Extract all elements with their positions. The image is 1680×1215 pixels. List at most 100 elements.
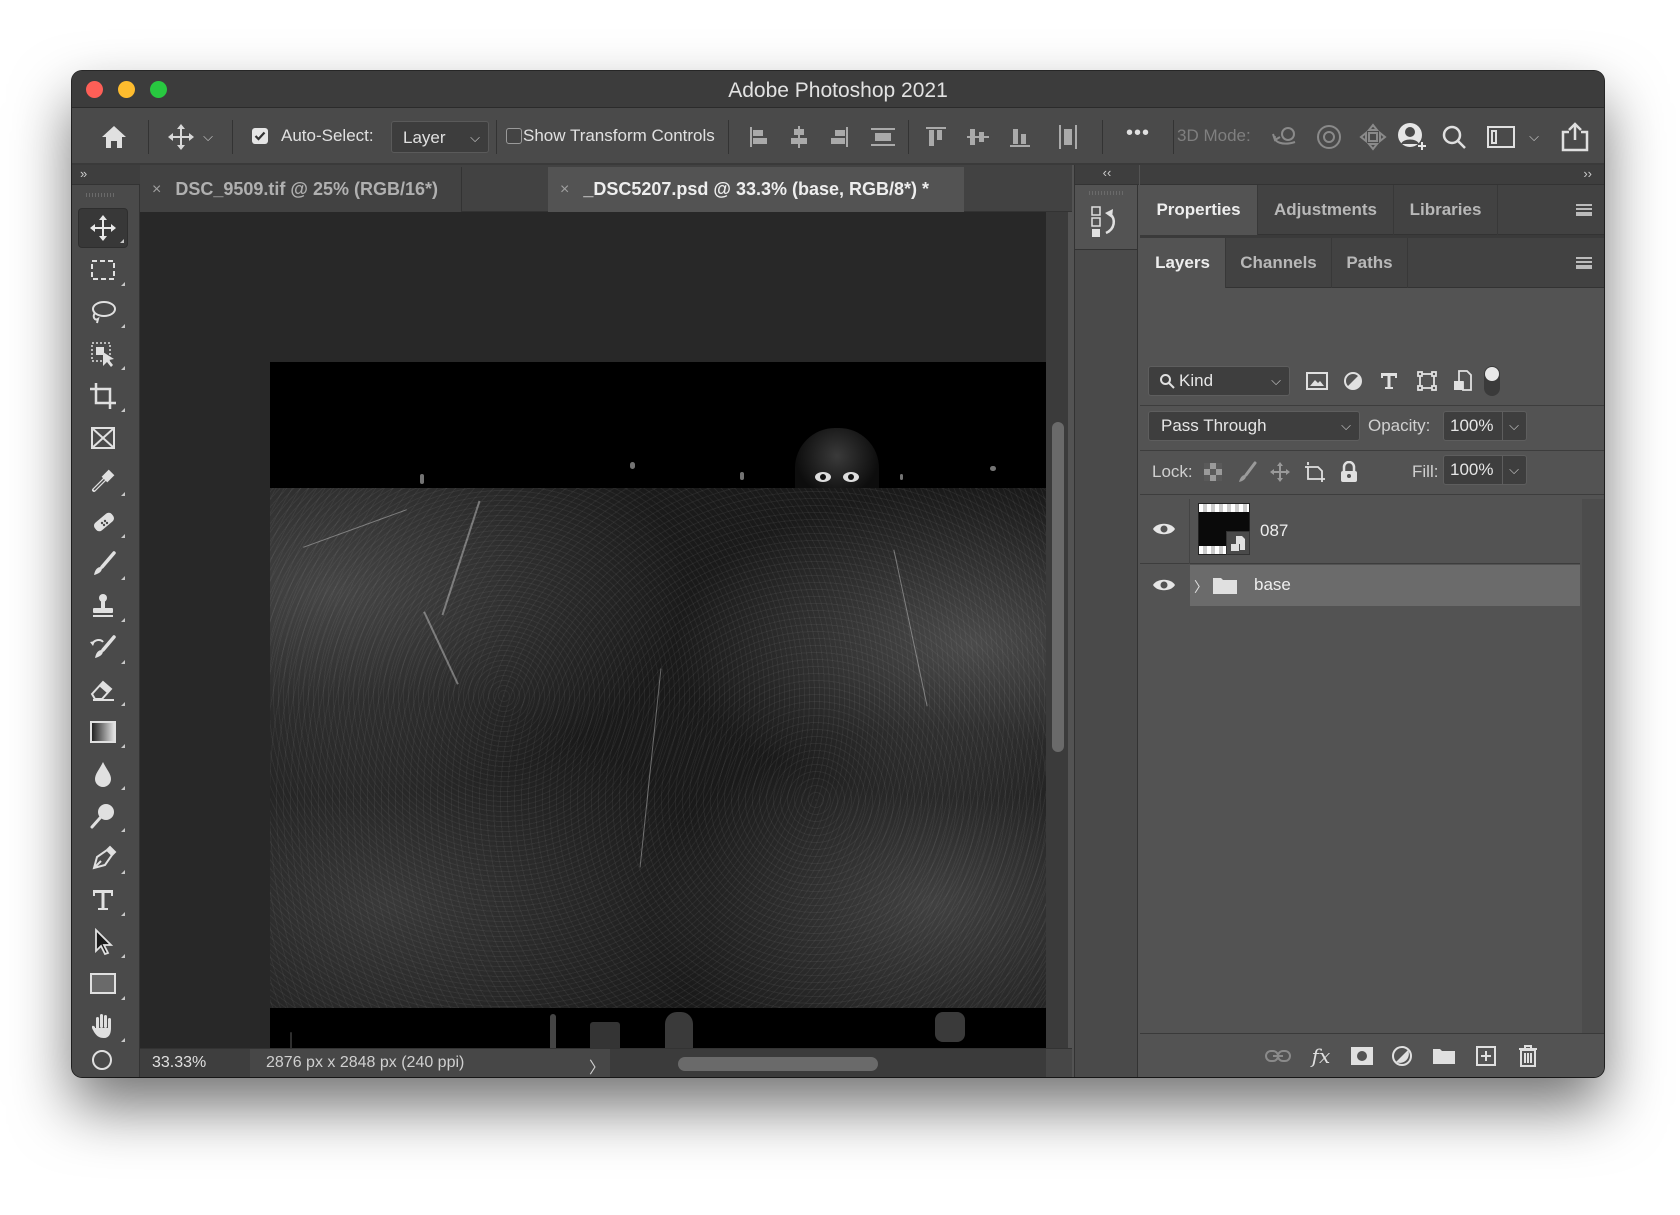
doc-tab-dsc9509[interactable]: × DSC_9509.tif @ 25% (RGB/16*)	[140, 167, 462, 212]
type-tool[interactable]	[78, 880, 128, 920]
clone-stamp-tool[interactable]	[78, 586, 128, 626]
filter-adjustment-layers-icon[interactable]	[1340, 369, 1366, 393]
align-top-edges-icon[interactable]	[921, 122, 951, 152]
vertical-scrollbar[interactable]	[1046, 212, 1068, 1048]
filter-type-layers-icon[interactable]	[1376, 369, 1402, 393]
opacity-dropdown-icon[interactable]: ⌵	[1509, 418, 1519, 434]
distribute-horizontal-icon[interactable]	[1053, 122, 1083, 152]
tab-paths[interactable]: Paths	[1332, 238, 1408, 288]
move-tool[interactable]	[78, 208, 128, 248]
opacity-input[interactable]: 100% ⌵	[1443, 411, 1527, 441]
tab-libraries[interactable]: Libraries	[1394, 185, 1498, 235]
layer-row-base[interactable]: 〉 base	[1140, 565, 1580, 606]
vertical-scrollbar-thumb[interactable]	[1052, 422, 1064, 752]
lock-artboards-icon[interactable]	[1303, 460, 1327, 484]
new-layer-icon[interactable]	[1472, 1044, 1500, 1068]
rectangle-tool[interactable]	[78, 964, 128, 1004]
panel-menu-icon[interactable]	[1576, 257, 1592, 269]
lock-position-icon[interactable]	[1268, 460, 1292, 484]
move-tool-preset-icon[interactable]	[166, 122, 196, 152]
3d-orbit-icon[interactable]	[1270, 122, 1302, 152]
blur-tool[interactable]	[78, 754, 128, 794]
layer-filter-kind-dropdown[interactable]: Kind ⌵	[1148, 366, 1290, 396]
zoom-level[interactable]: 33.33%	[152, 1054, 206, 1072]
align-right-edges-icon[interactable]	[824, 122, 854, 152]
tools-panel-grip[interactable]	[86, 193, 116, 197]
frame-tool[interactable]	[78, 418, 128, 458]
filter-smart-objects-icon[interactable]	[1450, 369, 1476, 393]
zoom-tool[interactable]	[78, 1048, 128, 1077]
object-selection-tool[interactable]	[78, 334, 128, 374]
3d-pan-icon[interactable]	[1357, 122, 1389, 152]
new-adjustment-layer-icon[interactable]	[1388, 1044, 1416, 1068]
path-selection-tool[interactable]	[78, 922, 128, 962]
gradient-tool[interactable]	[78, 712, 128, 752]
search-icon[interactable]	[1438, 122, 1470, 152]
lasso-tool[interactable]	[78, 292, 128, 332]
close-tab-icon[interactable]: ×	[152, 181, 161, 199]
blend-mode-dropdown[interactable]: Pass Through ⌵	[1148, 411, 1360, 441]
expand-tools-icon[interactable]: »	[80, 166, 87, 181]
doc-tab-dsc5207[interactable]: × _DSC5207.psd @ 33.3% (base, RGB/8*) *	[548, 167, 964, 212]
crop-tool[interactable]	[78, 376, 128, 416]
layer-style-fx-icon[interactable]: fx	[1306, 1042, 1336, 1070]
panel-menu-icon[interactable]	[1576, 204, 1592, 216]
delete-layer-icon[interactable]	[1514, 1042, 1542, 1070]
collapse-right-dock-icon[interactable]: ››	[1583, 166, 1592, 181]
canvas-workspace[interactable]	[140, 212, 1050, 1077]
home-icon[interactable]	[96, 120, 132, 154]
lock-all-icon[interactable]	[1337, 459, 1361, 485]
eraser-tool[interactable]	[78, 670, 128, 710]
document-canvas[interactable]	[270, 362, 1050, 1077]
hand-tool[interactable]	[78, 1006, 128, 1046]
pen-tool[interactable]	[78, 838, 128, 878]
horizontal-scrollbar[interactable]	[610, 1049, 1046, 1077]
fill-dropdown-icon[interactable]: ⌵	[1509, 462, 1519, 478]
eye-icon[interactable]	[1152, 521, 1176, 542]
3d-roll-icon[interactable]	[1313, 122, 1345, 152]
align-horizontal-centers-icon[interactable]	[784, 122, 814, 152]
expand-group-icon[interactable]: 〉	[1194, 577, 1208, 597]
lock-transparent-pixels-icon[interactable]	[1201, 460, 1225, 484]
tab-adjustments[interactable]: Adjustments	[1258, 185, 1394, 235]
new-group-icon[interactable]	[1430, 1044, 1458, 1068]
history-brush-tool[interactable]	[78, 628, 128, 668]
tab-layers[interactable]: Layers	[1140, 238, 1226, 288]
close-tab-icon[interactable]: ×	[560, 181, 569, 199]
dock-grip[interactable]	[1089, 191, 1123, 195]
layer-row-087[interactable]: 087	[1140, 499, 1580, 564]
collapse-dock-icon[interactable]: ‹‹	[1103, 165, 1112, 180]
filter-pixel-layers-icon[interactable]	[1304, 369, 1330, 393]
horizontal-scrollbar-thumb[interactable]	[678, 1057, 878, 1071]
history-panel-button[interactable]	[1075, 185, 1137, 250]
tab-channels[interactable]: Channels	[1226, 238, 1332, 288]
more-options-button[interactable]: •••	[1126, 122, 1150, 145]
layers-scrollbar[interactable]	[1582, 499, 1604, 1033]
add-mask-icon[interactable]	[1348, 1044, 1376, 1068]
align-bottom-edges-icon[interactable]	[1005, 122, 1035, 152]
lock-image-pixels-icon[interactable]	[1235, 460, 1259, 484]
share-export-icon[interactable]	[1558, 120, 1592, 154]
right-dock-collapse-bar[interactable]: ››	[1140, 165, 1604, 185]
link-layers-icon[interactable]	[1264, 1044, 1292, 1068]
align-vertical-centers-icon[interactable]	[963, 122, 993, 152]
workspace-icon[interactable]	[1485, 122, 1517, 152]
share-user-icon[interactable]	[1395, 120, 1429, 154]
filter-shape-layers-icon[interactable]	[1414, 369, 1440, 393]
spot-healing-brush-tool[interactable]	[78, 502, 128, 542]
workspace-dropdown-icon[interactable]: ⌵	[1526, 128, 1542, 146]
rectangular-marquee-tool[interactable]	[78, 250, 128, 290]
brush-tool[interactable]	[78, 544, 128, 584]
dodge-tool[interactable]	[78, 796, 128, 836]
align-left-edges-icon[interactable]	[744, 122, 774, 152]
status-menu-arrow[interactable]: 〉	[589, 1054, 605, 1077]
tools-panel-collapse-bar[interactable]: »	[72, 165, 140, 185]
tool-preset-dropdown-icon[interactable]: ⌵	[200, 128, 216, 146]
collapse-dock-bar[interactable]: ‹‹	[1075, 165, 1139, 185]
show-transform-controls-checkbox[interactable]	[506, 128, 522, 144]
auto-select-checkbox[interactable]	[252, 128, 268, 144]
tab-properties[interactable]: Properties	[1140, 185, 1258, 235]
auto-select-target-dropdown[interactable]: Layer ⌵	[391, 121, 489, 153]
eye-icon[interactable]	[1152, 577, 1176, 598]
distribute-vertical-icon[interactable]	[868, 122, 898, 152]
